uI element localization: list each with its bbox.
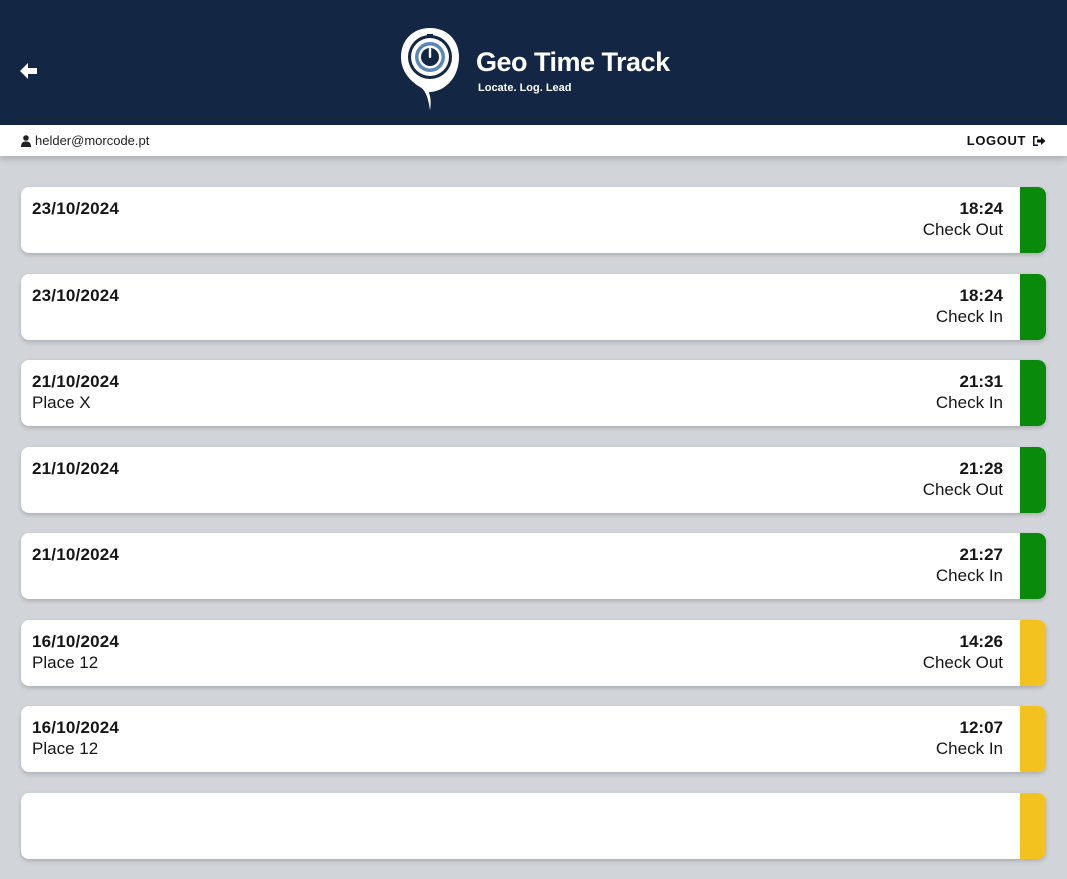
status-indicator	[1020, 187, 1046, 253]
status-indicator	[1020, 360, 1046, 426]
time-entry-card[interactable]: 16/10/2024 Place 12 14:26 Check Out	[21, 619, 1046, 686]
entry-time: 21:31	[959, 372, 1003, 391]
entry-date: 23/10/2024	[32, 285, 120, 305]
entry-type: Check In	[935, 306, 1003, 326]
time-entry-card[interactable]	[21, 792, 1046, 859]
time-entry-list: 23/10/2024 18:24 Check Out 23/10/2024 18:24 C…	[21, 187, 1046, 879]
status-indicator	[1020, 446, 1046, 513]
app-tagline: Locate. Log. Lead	[478, 82, 572, 94]
time-entry-card[interactable]: 23/10/2024 18:24 Check In	[21, 273, 1046, 340]
entry-type: Check Out	[922, 220, 1003, 239]
entry-date: 21/10/2024	[32, 372, 120, 391]
entry-date: 16/10/2024	[32, 718, 120, 737]
entry-time: 18:24	[959, 285, 1003, 305]
entry-date: 21/10/2024	[32, 458, 120, 478]
entry-type: Check Out	[922, 479, 1003, 499]
entry-type: Check In	[935, 566, 1003, 585]
entry-type: Check Out	[922, 652, 1003, 672]
time-entry-card[interactable]: 21/10/2024 Place X 21:31 Check In	[21, 360, 1046, 426]
app-title: Geo Time Track	[476, 47, 670, 77]
entry-time: 21:27	[959, 545, 1003, 564]
entry-date: 23/10/2024	[32, 199, 120, 218]
entry-time: 14:26	[959, 631, 1003, 651]
entry-place: Place 12	[32, 739, 99, 758]
entry-place: Place 12	[32, 652, 99, 672]
status-indicator	[1020, 273, 1046, 340]
arrow-left-icon	[20, 63, 37, 79]
entry-place: Place X	[32, 393, 91, 412]
logout-label: LOGOUT	[966, 133, 1026, 148]
app-header: Geo Time Track Locate. Log. Lead	[0, 0, 1067, 125]
entry-time: 18:24	[959, 199, 1003, 218]
time-entry-card[interactable]: 23/10/2024 18:24 Check Out	[21, 187, 1046, 253]
logout-button[interactable]: LOGOUT	[967, 133, 1046, 148]
entry-type: Check In	[935, 393, 1003, 412]
time-entry-card[interactable]: 16/10/2024 Place 12 12:07 Check In	[21, 706, 1046, 772]
back-button[interactable]	[18, 60, 44, 86]
user-bar: helder@morcode.pt LOGOUT	[0, 125, 1067, 156]
entry-time: 21:28	[959, 458, 1003, 478]
entry-date: 21/10/2024	[32, 545, 120, 564]
location-timer-icon	[401, 28, 459, 110]
time-entry-card[interactable]: 21/10/2024 21:27 Check In	[21, 533, 1046, 599]
entry-time: 12:07	[959, 718, 1003, 737]
user-icon	[21, 134, 31, 147]
status-indicator	[1020, 792, 1046, 859]
status-indicator	[1020, 619, 1046, 686]
user-email: helder@morcode.pt	[35, 133, 150, 148]
time-entry-card[interactable]: 21/10/2024 21:28 Check Out	[21, 446, 1046, 513]
entry-type: Check In	[935, 739, 1003, 758]
entry-date: 16/10/2024	[32, 631, 120, 651]
status-indicator	[1020, 706, 1046, 772]
user-info: helder@morcode.pt	[21, 133, 149, 148]
sign-out-icon	[1033, 135, 1046, 146]
app-logo: Geo Time Track Locate. Log. Lead	[398, 26, 670, 112]
status-indicator	[1020, 533, 1046, 599]
